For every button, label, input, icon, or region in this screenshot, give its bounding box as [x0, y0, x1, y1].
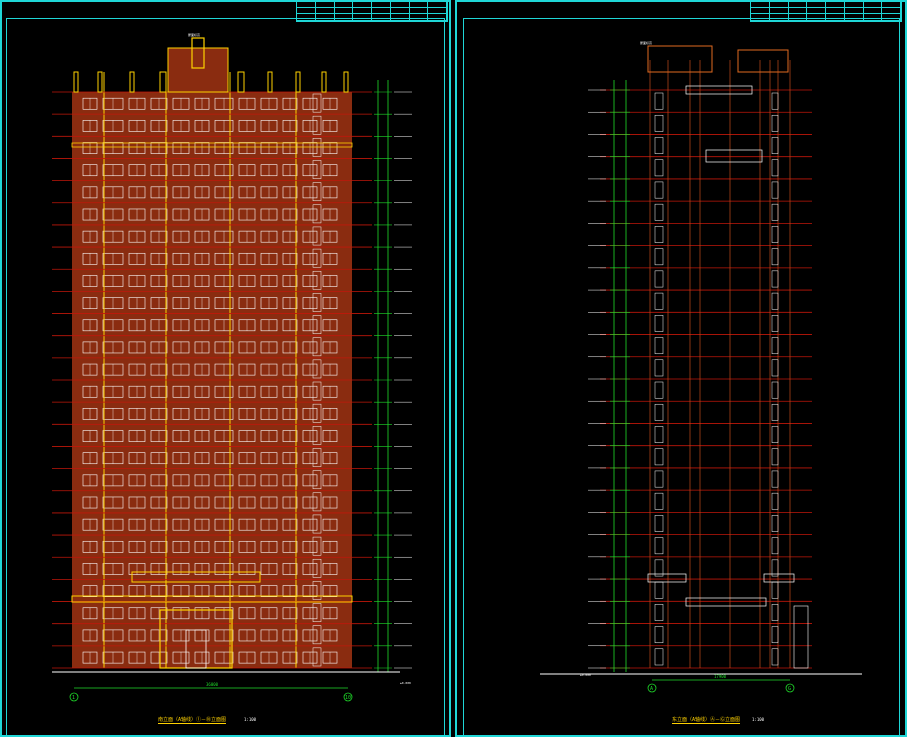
- right-window: [654, 604, 664, 621]
- right-balcony-window: [771, 159, 779, 177]
- right-caption: 东立面（A轴线）Ⓐ－Ⓖ立面图: [672, 716, 741, 724]
- right-window: [654, 248, 664, 266]
- right-window: [654, 270, 664, 288]
- right-axis-label-start: A: [650, 686, 653, 692]
- right-window: [654, 114, 664, 132]
- left-roof-finial: [343, 71, 349, 93]
- right-balcony-window: [771, 403, 779, 421]
- right-external-stair: [793, 605, 809, 669]
- right-balcony-window: [771, 604, 779, 621]
- right-balcony-window: [771, 137, 779, 154]
- right-top-marker: 屋面标高: [640, 40, 652, 45]
- right-balcony-window: [771, 315, 779, 332]
- right-window: [654, 537, 664, 555]
- left-roof-finial: [295, 71, 301, 93]
- right-window: [654, 137, 664, 154]
- right-total-dimension: 17900: [714, 674, 727, 679]
- right-canopy-2: [763, 573, 795, 583]
- right-balcony-window: [771, 337, 779, 355]
- right-window: [654, 359, 664, 377]
- left-top-marker: 屋面标高: [188, 32, 200, 37]
- right-podium-rail: [685, 597, 767, 607]
- right-window: [654, 315, 664, 332]
- left-roof-finial: [267, 71, 273, 93]
- right-balcony-window: [771, 381, 779, 399]
- left-roof-finial: [73, 71, 79, 93]
- left-axis-label-start: 1: [72, 695, 75, 701]
- right-balcony-window: [771, 114, 779, 132]
- right-balcony-window: [771, 292, 779, 310]
- right-balcony-window: [771, 448, 779, 466]
- right-balcony-window: [771, 537, 779, 555]
- right-axis-label-end: G: [788, 686, 791, 692]
- left-axis-label-end: 10: [345, 695, 351, 701]
- left-total-dimension: 36000: [206, 682, 219, 687]
- right-balcony-window: [771, 648, 779, 666]
- left-roof-finial: [159, 71, 167, 93]
- right-window: [654, 470, 664, 488]
- right-window: [654, 448, 664, 466]
- right-balcony-window: [771, 359, 779, 377]
- right-balcony-window: [771, 181, 779, 199]
- left-ground-level: ±0.000: [400, 681, 411, 685]
- right-window: [654, 181, 664, 199]
- right-balcony-window: [771, 226, 779, 243]
- right-window: [654, 581, 664, 599]
- right-window: [654, 626, 664, 644]
- right-window: [654, 648, 664, 666]
- left-caption: 南立面（A轴线）①－⑩立面图: [158, 716, 227, 724]
- right-balcony-window: [771, 492, 779, 510]
- right-upper-rail: [705, 149, 763, 163]
- right-canopy: [647, 573, 687, 583]
- right-balcony-window: [771, 559, 779, 577]
- left-roof-finial: [321, 71, 327, 93]
- right-window: [654, 159, 664, 177]
- right-roof-box-2: [737, 49, 789, 73]
- right-window: [654, 381, 664, 399]
- right-window: [654, 203, 664, 221]
- right-window: [654, 92, 664, 110]
- right-scale: 1:100: [752, 717, 765, 722]
- right-balcony-window: [771, 626, 779, 644]
- right-ground-level: ±0.000: [580, 673, 591, 677]
- right-balcony-window: [771, 248, 779, 266]
- right-window: [654, 426, 664, 443]
- right-window: [654, 226, 664, 243]
- right-balcony-window: [771, 92, 779, 110]
- right-balcony-window: [771, 270, 779, 288]
- elevation-drawing: 1 10 36000 屋面标高 ±0.000 A G 17900 屋面标高 ±0.000: [52, 32, 862, 702]
- right-roof-box: [647, 45, 713, 73]
- right-window: [654, 337, 664, 355]
- left-caption-text: 南立面（A轴线）①－⑩立面图: [158, 717, 227, 724]
- right-balcony-window: [771, 426, 779, 443]
- right-window: [654, 292, 664, 310]
- right-balcony-window: [771, 581, 779, 599]
- left-roof-finial: [129, 71, 135, 93]
- right-window: [654, 559, 664, 577]
- left-central-crown: [167, 47, 229, 93]
- right-balcony-window: [771, 203, 779, 221]
- right-balcony-window: [771, 470, 779, 488]
- left-roof-finial: [97, 71, 103, 93]
- right-window: [654, 403, 664, 421]
- left-scale: 1:100: [244, 717, 257, 722]
- right-window: [654, 492, 664, 510]
- right-balcony-window: [771, 515, 779, 532]
- right-caption-text: 东立面（A轴线）Ⓐ－Ⓖ立面图: [672, 717, 741, 724]
- left-roof-finial: [237, 71, 245, 93]
- right-window: [654, 515, 664, 532]
